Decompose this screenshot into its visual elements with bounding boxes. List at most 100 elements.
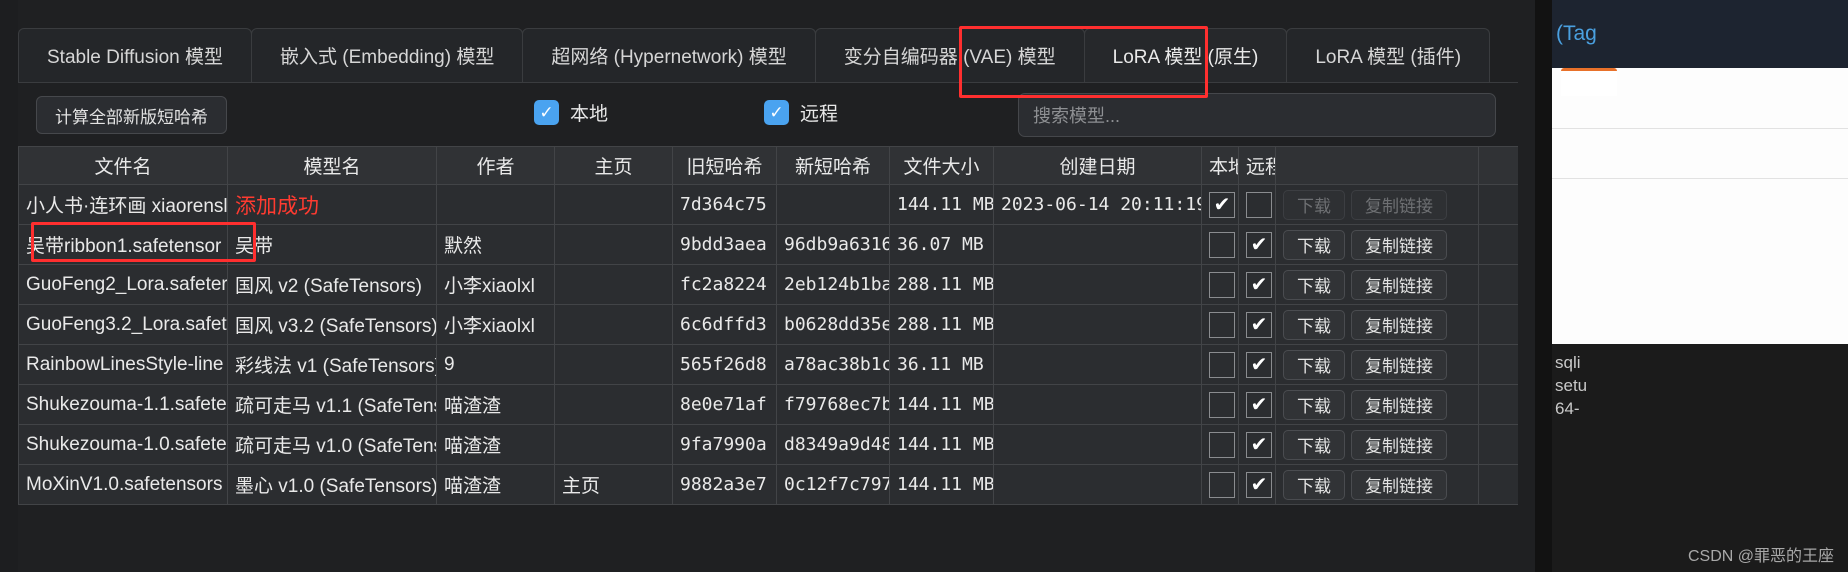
cell-old-hash: fc2a8224 bbox=[672, 264, 777, 305]
column-header-8[interactable]: 本地 bbox=[1201, 146, 1239, 185]
copy-link-button[interactable]: 复制链接 bbox=[1351, 429, 1447, 460]
cell-local-checkbox[interactable]: ✔ bbox=[1201, 184, 1239, 225]
column-header-2[interactable]: 作者 bbox=[436, 146, 555, 185]
download-button[interactable]: 下载 bbox=[1283, 229, 1345, 260]
cell-local-checkbox[interactable]: ✔ bbox=[1201, 384, 1239, 425]
cell-modelname: 疏可走马 v1.1 (SafeTens bbox=[227, 384, 437, 425]
table-row[interactable]: 吴带ribbon1.safetensor 吴带 默然 9bdd3aea 96db9a63… bbox=[18, 224, 1518, 265]
checkmark-icon: ✔ bbox=[1246, 431, 1272, 458]
cell-remote-checkbox[interactable]: ✔ bbox=[1238, 224, 1276, 265]
copy-link-button[interactable]: 复制链接 bbox=[1351, 229, 1447, 260]
download-button: 下载 bbox=[1283, 189, 1345, 220]
cell-remote-checkbox[interactable]: ✔ bbox=[1238, 464, 1276, 505]
cell-local-checkbox[interactable]: ✔ bbox=[1201, 424, 1239, 465]
tab-2[interactable]: 超网络 (Hypernetwork) 模型 bbox=[522, 28, 816, 82]
copy-link-button[interactable]: 复制链接 bbox=[1351, 469, 1447, 500]
cell-filename: Shukezouma-1.0.safete bbox=[18, 424, 228, 465]
cell-filename: RainbowLinesStyle-line bbox=[18, 344, 228, 385]
column-header-6[interactable]: 文件大小 bbox=[889, 146, 994, 185]
table-row[interactable]: RainbowLinesStyle-line 彩线法 v1 (SafeTensor… bbox=[18, 344, 1518, 385]
table-row[interactable]: GuoFeng2_Lora.safeter 国风 v2 (SafeTensors)… bbox=[18, 264, 1518, 305]
filter-local-checkbox[interactable]: ✓ 本地 bbox=[534, 99, 608, 126]
copy-link-button[interactable]: 复制链接 bbox=[1351, 269, 1447, 300]
tab-label: 变分自编码器 (VAE) 模型 bbox=[843, 47, 1056, 68]
cell-local-checkbox[interactable]: ✔ bbox=[1201, 264, 1239, 305]
tab-label: LoRA 模型 (原生) bbox=[1112, 47, 1259, 68]
cell-new-hash: f79768ec7b bbox=[776, 384, 890, 425]
tab-3[interactable]: 变分自编码器 (VAE) 模型 bbox=[814, 28, 1085, 82]
cell-filesize: 36.07 MB bbox=[889, 224, 994, 265]
cell-local-checkbox[interactable]: ✔ bbox=[1201, 464, 1239, 505]
cell-local-checkbox[interactable]: ✔ bbox=[1201, 344, 1239, 385]
calculate-all-new-hash-button[interactable]: 计算全部新版短哈希 bbox=[36, 96, 227, 134]
cell-new-hash bbox=[776, 184, 890, 225]
table-row[interactable]: 小人书·连环画 xiaorensl 添加成功 7d364c75 144.11 MB 20… bbox=[18, 184, 1518, 225]
cell-old-hash: 9fa7990a bbox=[672, 424, 777, 465]
tab-5[interactable]: LoRA 模型 (插件) bbox=[1286, 28, 1491, 82]
tab-bar: Stable Diffusion 模型 嵌入式 (Embedding) 模型 超网络… bbox=[18, 28, 1518, 83]
cell-modelname: 彩线法 v1 (SafeTensors) bbox=[227, 344, 437, 385]
column-header-4[interactable]: 旧短哈希 bbox=[672, 146, 777, 185]
download-button[interactable]: 下载 bbox=[1283, 469, 1345, 500]
copy-link-button[interactable]: 复制链接 bbox=[1351, 389, 1447, 420]
cell-author: 小李xiaolxl bbox=[436, 304, 555, 345]
table-row[interactable]: GuoFeng3.2_Lora.safet 国风 v3.2 (SafeTensor… bbox=[18, 304, 1518, 345]
tab-1[interactable]: 嵌入式 (Embedding) 模型 bbox=[251, 28, 524, 82]
checkmark-icon: ✓ bbox=[534, 100, 559, 125]
cell-local-checkbox[interactable]: ✔ bbox=[1201, 304, 1239, 345]
download-button[interactable]: 下载 bbox=[1283, 389, 1345, 420]
column-header-7[interactable]: 创建日期 bbox=[993, 146, 1202, 185]
column-header-0[interactable]: 文件名 bbox=[18, 146, 228, 185]
table-body: 小人书·连环画 xiaorensl 添加成功 7d364c75 144.11 MB 20… bbox=[18, 184, 1518, 505]
tab-0[interactable]: Stable Diffusion 模型 bbox=[18, 28, 253, 82]
cell-old-hash: 8e0e71af bbox=[672, 384, 777, 425]
empty-checkbox-icon: ✔ bbox=[1246, 191, 1272, 218]
column-header-10[interactable] bbox=[1275, 146, 1479, 185]
cell-spacer bbox=[1478, 384, 1518, 425]
download-button[interactable]: 下载 bbox=[1283, 349, 1345, 380]
background-window-tab bbox=[1561, 68, 1617, 96]
copy-link-button: 复制链接 bbox=[1351, 189, 1447, 220]
toolbar: 计算全部新版短哈希 ✓ 本地 ✓ 远程 搜索模型... bbox=[18, 86, 1518, 144]
download-button[interactable]: 下载 bbox=[1283, 429, 1345, 460]
cell-remote-checkbox[interactable]: ✔ bbox=[1238, 344, 1276, 385]
search-model-input[interactable]: 搜索模型... bbox=[1018, 93, 1496, 137]
search-placeholder-text: 搜索模型... bbox=[1033, 106, 1121, 126]
column-header-5[interactable]: 新短哈希 bbox=[776, 146, 890, 185]
cell-new-hash: 0c12f7c797 bbox=[776, 464, 890, 505]
table-header: 文件名模型名作者主页旧短哈希新短哈希文件大小创建日期本地远程 bbox=[18, 146, 1518, 185]
cell-remote-checkbox[interactable]: ✔ bbox=[1238, 424, 1276, 465]
cell-new-hash: b0628dd35e bbox=[776, 304, 890, 345]
cell-local-checkbox[interactable]: ✔ bbox=[1201, 224, 1239, 265]
table-row[interactable]: Shukezouma-1.1.safete 疏可走马 v1.1 (SafeTens… bbox=[18, 384, 1518, 425]
column-header-3[interactable]: 主页 bbox=[554, 146, 673, 185]
column-header-9[interactable]: 远程 bbox=[1238, 146, 1276, 185]
cell-remote-checkbox[interactable]: ✔ bbox=[1238, 264, 1276, 305]
copy-link-button[interactable]: 复制链接 bbox=[1351, 349, 1447, 380]
left-gutter bbox=[0, 0, 18, 572]
cell-old-hash: 7d364c75 bbox=[672, 184, 777, 225]
model-table-container[interactable]: 文件名模型名作者主页旧短哈希新短哈希文件大小创建日期本地远程 小人书·连环画 x… bbox=[18, 146, 1518, 572]
cell-remote-checkbox[interactable]: ✔ bbox=[1238, 184, 1276, 225]
background-window-content bbox=[1552, 68, 1848, 344]
cell-homepage bbox=[554, 224, 673, 265]
cell-actions: 下载 复制链接 bbox=[1275, 264, 1479, 305]
empty-checkbox-icon: ✔ bbox=[1209, 351, 1235, 378]
cell-spacer bbox=[1478, 264, 1518, 305]
checkmark-icon: ✔ bbox=[1246, 231, 1272, 258]
filter-remote-checkbox[interactable]: ✓ 远程 bbox=[764, 99, 838, 126]
cell-homepage bbox=[554, 344, 673, 385]
cell-remote-checkbox[interactable]: ✔ bbox=[1238, 304, 1276, 345]
table-row[interactable]: MoXinV1.0.safetensors 墨心 v1.0 (SafeTensor… bbox=[18, 464, 1518, 505]
cell-remote-checkbox[interactable]: ✔ bbox=[1238, 384, 1276, 425]
cell-created-date bbox=[993, 344, 1202, 385]
download-button[interactable]: 下载 bbox=[1283, 309, 1345, 340]
column-header-1[interactable]: 模型名 bbox=[227, 146, 437, 185]
copy-link-button[interactable]: 复制链接 bbox=[1351, 309, 1447, 340]
download-button[interactable]: 下载 bbox=[1283, 269, 1345, 300]
cell-filesize: 36.11 MB bbox=[889, 344, 994, 385]
table-row[interactable]: Shukezouma-1.0.safete 疏可走马 v1.0 (SafeTens… bbox=[18, 424, 1518, 465]
checkmark-icon: ✔ bbox=[1246, 471, 1272, 498]
tab-4[interactable]: LoRA 模型 (原生) bbox=[1083, 28, 1288, 82]
empty-checkbox-icon: ✔ bbox=[1209, 391, 1235, 418]
